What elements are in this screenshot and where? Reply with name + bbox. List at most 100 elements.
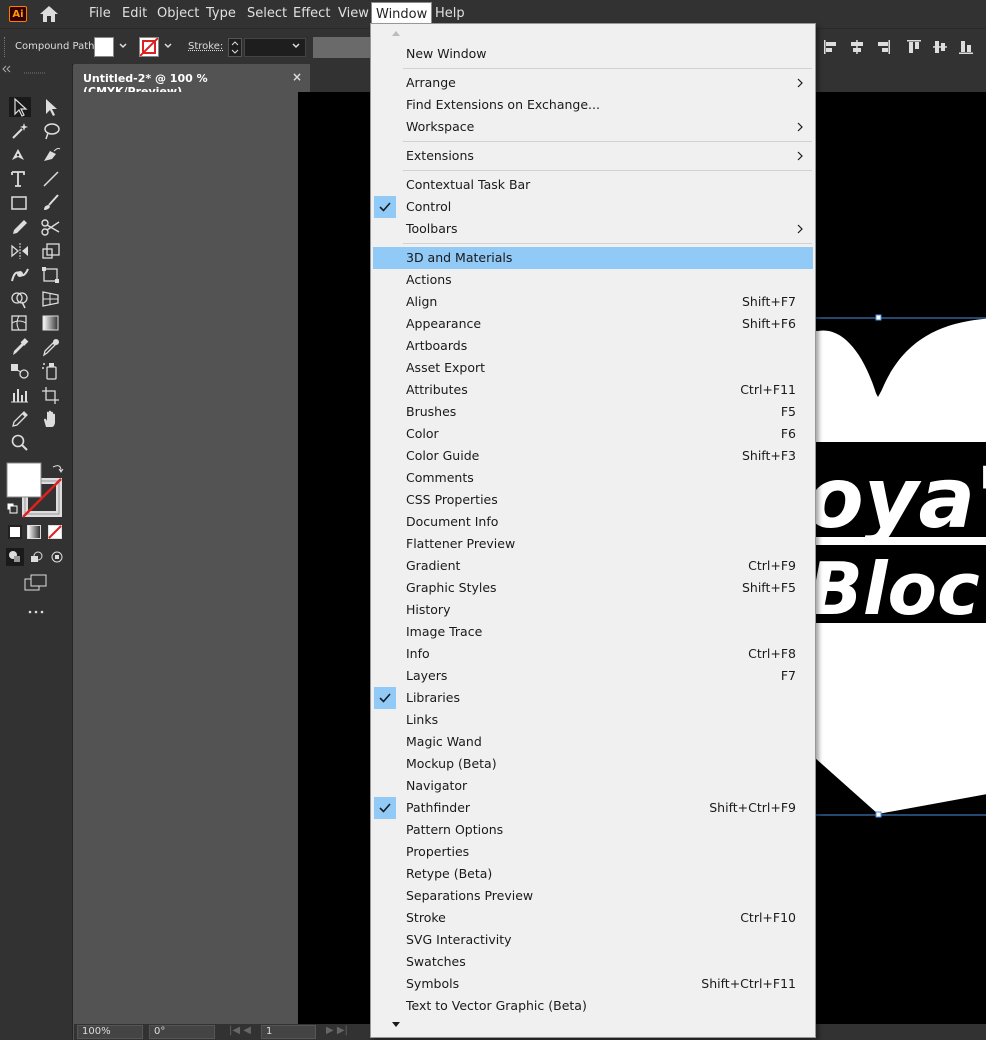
menu-effect[interactable]: Effect: [289, 0, 334, 28]
menu-item-pathfinder[interactable]: Pathfinder Shift+Ctrl+F9: [373, 797, 813, 819]
column-graph-tool-icon[interactable]: [9, 385, 31, 405]
stroke-label[interactable]: Stroke:: [188, 41, 223, 52]
line-segment-tool-icon[interactable]: [40, 169, 62, 189]
perspective-grid-tool-icon[interactable]: [40, 289, 62, 309]
direct-selection-tool-icon[interactable]: [40, 97, 62, 117]
artboard-tool-icon[interactable]: [40, 385, 62, 405]
menu-item-brushes[interactable]: Brushes F5: [373, 401, 813, 423]
home-icon[interactable]: [38, 5, 60, 23]
stroke-swatch[interactable]: [139, 37, 159, 57]
menu-item-flattener-preview[interactable]: Flattener Preview: [373, 533, 813, 555]
next-artboard-icon[interactable]: ▶ ▶|: [326, 1025, 348, 1036]
menu-item-swatches[interactable]: Swatches: [373, 951, 813, 973]
menu-item-mockup-beta[interactable]: Mockup (Beta): [373, 753, 813, 775]
menu-view[interactable]: View: [334, 0, 373, 28]
menu-type[interactable]: Type: [202, 0, 240, 28]
pen-tool-icon[interactable]: [9, 145, 31, 165]
align-center-icon[interactable]: [849, 39, 865, 55]
menu-item-pattern-options[interactable]: Pattern Options: [373, 819, 813, 841]
menu-item-libraries[interactable]: Libraries: [373, 687, 813, 709]
menu-item-control[interactable]: Control: [373, 196, 813, 218]
eyedropper-tool-icon[interactable]: [9, 337, 31, 357]
align-middle-icon[interactable]: [932, 39, 948, 55]
lasso-tool-icon[interactable]: [40, 121, 62, 141]
menu-edit[interactable]: Edit: [118, 0, 151, 28]
chevron-down-icon[interactable]: [119, 42, 127, 50]
menu-select[interactable]: Select: [243, 0, 291, 28]
chevron-down-icon[interactable]: [292, 42, 300, 50]
panel-grip[interactable]: [4, 37, 8, 57]
draw-inside-icon[interactable]: [48, 548, 66, 566]
menu-item-graphic-styles[interactable]: Graphic Styles Shift+F5: [373, 577, 813, 599]
menu-item-retype-beta[interactable]: Retype (Beta): [373, 863, 813, 885]
warp-tool-icon[interactable]: [9, 265, 31, 285]
menu-item-new-window[interactable]: New Window: [373, 43, 813, 65]
close-tab-icon[interactable]: ×: [292, 70, 302, 84]
menu-item-comments[interactable]: Comments: [373, 467, 813, 489]
type-tool-icon[interactable]: [9, 169, 31, 189]
scale-tool-icon[interactable]: [40, 241, 62, 261]
align-left-icon[interactable]: [823, 39, 839, 55]
mesh-tool-icon[interactable]: [9, 313, 31, 333]
menu-item-properties[interactable]: Properties: [373, 841, 813, 863]
app-logo[interactable]: Ai: [9, 6, 27, 22]
scroll-up-icon[interactable]: [391, 29, 401, 37]
menu-item-color[interactable]: Color F6: [373, 423, 813, 445]
menu-item-text-to-vector-graphic-beta[interactable]: Text to Vector Graphic (Beta): [373, 995, 813, 1017]
menu-item-workspace[interactable]: Workspace: [373, 116, 813, 138]
pasteboard[interactable]: [74, 92, 298, 1024]
menu-item-stroke[interactable]: Stroke Ctrl+F10: [373, 907, 813, 929]
menu-item-magic-wand[interactable]: Magic Wand: [373, 731, 813, 753]
menu-item-gradient[interactable]: Gradient Ctrl+F9: [373, 555, 813, 577]
scissors-tool-icon[interactable]: [40, 217, 62, 237]
eraser-tool-icon[interactable]: [9, 409, 31, 429]
paintbrush-tool-icon[interactable]: [40, 193, 62, 213]
menu-item-separations-preview[interactable]: Separations Preview: [373, 885, 813, 907]
menu-item-appearance[interactable]: Appearance Shift+F6: [373, 313, 813, 335]
reflect-tool-icon[interactable]: [9, 241, 31, 261]
menu-item-css-properties[interactable]: CSS Properties: [373, 489, 813, 511]
gradient-mode-button[interactable]: [27, 525, 41, 539]
artboard-navigation-field[interactable]: 1: [261, 1025, 316, 1039]
menu-item-3d-and-materials[interactable]: 3D and Materials: [373, 247, 813, 269]
none-mode-button[interactable]: [48, 525, 62, 539]
menu-item-document-info[interactable]: Document Info: [373, 511, 813, 533]
variable-width-profile[interactable]: [313, 37, 371, 58]
free-transform-tool-icon[interactable]: [40, 265, 62, 285]
fill-stroke-swatches[interactable]: [5, 461, 65, 519]
blend-tool-icon[interactable]: [9, 361, 31, 381]
menu-item-artboards[interactable]: Artboards: [373, 335, 813, 357]
zoom-field[interactable]: 100%: [77, 1025, 143, 1039]
color-mode-button[interactable]: [8, 525, 22, 539]
more-tools-icon[interactable]: [27, 608, 45, 616]
scroll-down-icon[interactable]: [391, 1021, 401, 1029]
draw-normal-icon[interactable]: [6, 548, 24, 566]
align-right-icon[interactable]: [875, 39, 891, 55]
measure-tool-icon[interactable]: [40, 337, 62, 357]
menu-item-actions[interactable]: Actions: [373, 269, 813, 291]
menu-item-color-guide[interactable]: Color Guide Shift+F3: [373, 445, 813, 467]
fill-swatch[interactable]: [94, 37, 114, 57]
menu-item-history[interactable]: History: [373, 599, 813, 621]
menu-item-layers[interactable]: Layers F7: [373, 665, 813, 687]
zoom-tool-icon[interactable]: [9, 433, 31, 453]
rotation-field[interactable]: 0°: [149, 1025, 215, 1039]
menu-object[interactable]: Object: [153, 0, 203, 28]
menu-item-info[interactable]: Info Ctrl+F8: [373, 643, 813, 665]
symbol-sprayer-tool-icon[interactable]: [40, 361, 62, 381]
draw-behind-icon[interactable]: [28, 548, 46, 566]
menu-item-toolbars[interactable]: Toolbars: [373, 218, 813, 240]
document-tab[interactable]: Untitled-2* @ 100 % (CMYK/Preview) ×: [74, 64, 310, 98]
menu-item-extensions[interactable]: Extensions: [373, 145, 813, 167]
menu-item-find-extensions-on-exchange[interactable]: Find Extensions on Exchange...: [373, 94, 813, 116]
chevron-down-icon[interactable]: [164, 42, 172, 50]
gradient-tool-icon[interactable]: [40, 313, 62, 333]
menu-item-asset-export[interactable]: Asset Export: [373, 357, 813, 379]
menu-item-links[interactable]: Links: [373, 709, 813, 731]
curvature-tool-icon[interactable]: [40, 145, 62, 165]
rectangle-tool-icon[interactable]: [9, 193, 31, 213]
menu-item-symbols[interactable]: Symbols Shift+Ctrl+F11: [373, 973, 813, 995]
screen-mode-icon[interactable]: [24, 574, 48, 592]
menu-file[interactable]: File: [85, 0, 115, 28]
menu-item-attributes[interactable]: Attributes Ctrl+F11: [373, 379, 813, 401]
